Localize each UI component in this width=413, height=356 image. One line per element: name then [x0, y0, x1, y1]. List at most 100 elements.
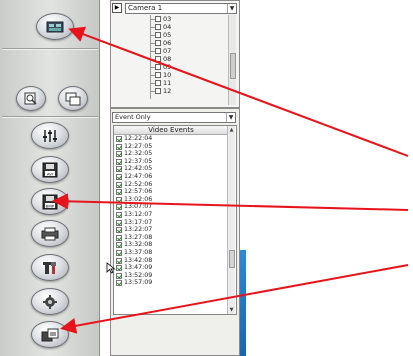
event-list-item[interactable]: 13:27:08 [114, 234, 236, 242]
event-list-item[interactable]: 13:32:08 [114, 241, 236, 249]
event-list-item[interactable]: 12:37:05 [114, 158, 236, 166]
camera-icon [155, 48, 161, 54]
event-time: 12:57:06 [124, 188, 153, 196]
event-checkbox[interactable] [116, 181, 122, 188]
export-button[interactable] [31, 321, 69, 348]
config-button[interactable] [31, 288, 69, 315]
camera-tree-item[interactable]: 05 [147, 31, 227, 39]
event-filter-value: Event Only [115, 113, 151, 121]
event-time: 13:22:07 [124, 226, 153, 234]
event-checkbox[interactable] [116, 249, 122, 256]
event-checkbox[interactable] [116, 136, 122, 142]
camera-tree-item[interactable]: 11 [147, 79, 227, 87]
camera-tree-item[interactable]: 08 [147, 55, 227, 63]
event-list-item[interactable]: 13:37:08 [114, 249, 236, 257]
event-time: 13:32:08 [124, 241, 153, 249]
camera-tree: 03 04 05 06 07 08 09 10 11 12 [147, 15, 227, 105]
event-checkbox[interactable] [116, 166, 122, 173]
mouse-cursor-icon [106, 262, 116, 274]
chevron-down-icon: ▼ [226, 113, 235, 122]
camera-view-button[interactable] [36, 13, 74, 40]
event-time: 12:27:05 [124, 142, 153, 150]
event-list-item[interactable]: 13:47:09 [114, 264, 236, 272]
event-list-item[interactable]: 13:17:07 [114, 219, 236, 227]
print-button[interactable] [31, 220, 69, 247]
event-checkbox[interactable] [116, 257, 122, 264]
camera-tree-item[interactable]: 03 [147, 15, 227, 23]
camera-view-icon [46, 21, 64, 32]
event-checkbox[interactable] [116, 158, 122, 165]
event-list-item[interactable]: 12:42:05 [114, 165, 236, 173]
event-list-item[interactable]: 12:57:06 [114, 188, 236, 196]
event-list-item[interactable]: 12:22:04 [114, 135, 236, 143]
scrollbar-thumb[interactable] [230, 53, 236, 79]
save-avi-icon: AVI [42, 162, 58, 177]
event-time: 12:52:06 [124, 180, 153, 188]
event-filter-select[interactable]: Event Only ▼ [112, 112, 236, 123]
event-list-item[interactable]: 12:52:06 [114, 181, 236, 189]
event-list-item[interactable]: 13:42:08 [114, 257, 236, 265]
zoom-search-icon [24, 92, 37, 105]
event-checkbox[interactable] [116, 265, 122, 272]
scroll-down-icon[interactable]: ▼ [228, 306, 235, 314]
event-checkbox[interactable] [116, 219, 122, 226]
event-list-item[interactable]: 13:02:06 [114, 196, 236, 204]
event-list-item[interactable]: 13:07:07 [114, 203, 236, 211]
save-avi-button[interactable]: AVI [31, 156, 69, 183]
scroll-up-icon[interactable]: ▲ [228, 126, 235, 134]
tools-button[interactable] [31, 254, 69, 281]
event-list-item[interactable]: 12:47:06 [114, 173, 236, 181]
camera-tree-item[interactable]: 07 [147, 47, 227, 55]
event-list-item[interactable]: 12:32:05 [114, 150, 236, 158]
event-checkbox[interactable] [116, 196, 122, 203]
event-checkbox[interactable] [116, 234, 122, 241]
camera-select[interactable]: Camera 1 ▼ [125, 3, 237, 14]
event-list-item[interactable]: 13:52:09 [114, 272, 236, 280]
camera-tree-item[interactable]: 06 [147, 39, 227, 47]
camera-scrollbar[interactable] [228, 15, 236, 105]
camera-tree-item[interactable]: 10 [147, 71, 227, 79]
desktop-background [240, 0, 413, 356]
event-checkbox[interactable] [116, 242, 122, 249]
camera-tree-item[interactable]: 04 [147, 23, 227, 31]
settings-button[interactable] [31, 122, 69, 149]
tools-icon [43, 261, 56, 274]
camera-tree-item[interactable]: 09 [147, 63, 227, 71]
event-scrollbar[interactable]: ▲ ▼ [227, 126, 235, 314]
multi-window-button[interactable] [58, 86, 88, 111]
play-button[interactable]: ▶ [112, 3, 122, 13]
event-time: 12:37:05 [124, 157, 153, 165]
event-checkbox[interactable] [116, 272, 122, 279]
camera-tree-item[interactable]: 12 [147, 87, 227, 95]
camera-icon [155, 80, 161, 86]
camera-icon [155, 72, 161, 78]
event-time: 12:42:05 [124, 165, 153, 173]
scrollbar-thumb[interactable] [229, 250, 235, 268]
event-checkbox[interactable] [116, 143, 122, 150]
event-checkbox[interactable] [116, 227, 122, 234]
event-panel: Event Only ▼ Video Events 12:22:04 12:27:… [110, 108, 240, 356]
event-time: 13:02:06 [124, 195, 153, 203]
event-time: 13:07:07 [124, 203, 153, 211]
event-checkbox[interactable] [116, 211, 122, 218]
event-list-item[interactable]: 12:27:05 [114, 143, 236, 151]
settings-sliders-icon [43, 129, 57, 142]
event-checkbox[interactable] [116, 151, 122, 158]
event-list-item[interactable]: 13:12:07 [114, 211, 236, 219]
event-checkbox[interactable] [116, 280, 122, 287]
event-list-header[interactable]: Video Events [114, 126, 228, 135]
camera-header: ▶ Camera 1 ▼ [111, 3, 241, 15]
event-checkbox[interactable] [116, 173, 122, 180]
zoom-button[interactable] [16, 86, 46, 111]
event-list-item[interactable]: 13:22:07 [114, 226, 236, 234]
event-time: 13:12:07 [124, 210, 153, 218]
event-time: 13:37:08 [124, 248, 153, 256]
camera-icon [155, 56, 161, 62]
event-checkbox[interactable] [116, 204, 122, 211]
save-bmp-button[interactable]: BMP [31, 188, 69, 215]
toolbar-separator [2, 116, 98, 118]
event-checkbox[interactable] [116, 189, 122, 196]
camera-panel: ▶ Camera 1 ▼ 03 04 05 06 07 08 09 10 11 … [110, 0, 240, 108]
chevron-down-icon: ▼ [227, 4, 236, 13]
event-list-item[interactable]: 13:57:09 [114, 279, 236, 287]
